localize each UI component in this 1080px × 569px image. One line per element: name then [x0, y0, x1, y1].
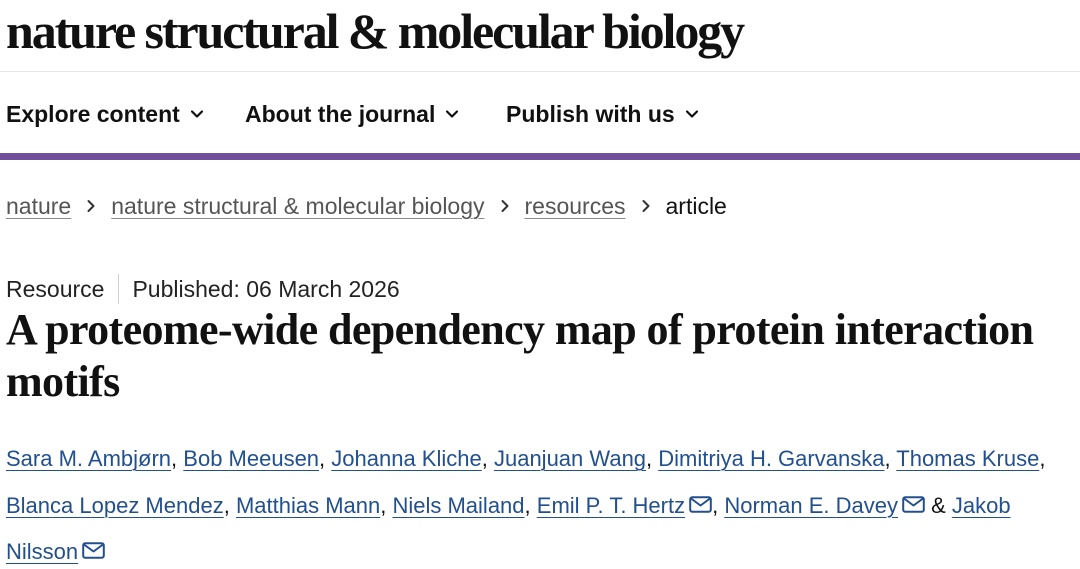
- author-item: Dimitriya H. Garvanska: [658, 446, 884, 471]
- nav-explore-content[interactable]: Explore content: [6, 98, 204, 130]
- breadcrumb-current: article: [665, 192, 727, 219]
- meta-divider: [118, 274, 120, 304]
- chevron-right-icon: [640, 199, 652, 213]
- author-item: Sara M. Ambjørn: [6, 446, 171, 471]
- nav-about-the-journal[interactable]: About the journal: [245, 98, 459, 130]
- author-link[interactable]: Matthias Mann: [236, 493, 380, 518]
- nav-item-label: Explore content: [6, 100, 180, 127]
- author-item: Johanna Kliche: [331, 446, 481, 471]
- chevron-right-icon: [85, 199, 97, 213]
- author-item: Juanjuan Wang: [494, 446, 646, 471]
- author-link[interactable]: Johanna Kliche: [331, 446, 481, 471]
- main-nav: Explore content About the journal Publis…: [0, 73, 1080, 153]
- author-item: Thomas Kruse: [896, 446, 1039, 471]
- author-link[interactable]: Norman E. Davey: [724, 493, 898, 518]
- author-link[interactable]: Niels Mailand: [392, 493, 524, 518]
- author-item: Blanca Lopez Mendez: [6, 493, 224, 518]
- breadcrumb-link-journal[interactable]: nature structural & molecular biology: [111, 193, 484, 220]
- breadcrumb-link-resources[interactable]: resources: [525, 193, 626, 220]
- author-link[interactable]: Blanca Lopez Mendez: [6, 493, 224, 518]
- chevron-right-icon: [499, 199, 511, 213]
- nav-accent-rule: [0, 153, 1080, 160]
- nav-item-label: Publish with us: [506, 100, 675, 127]
- author-item: Bob Meeusen: [183, 446, 319, 471]
- nav-item-label: About the journal: [245, 100, 436, 127]
- author-item: Niels Mailand: [392, 493, 524, 518]
- chevron-down-icon: [445, 107, 459, 121]
- published-date: Published: 06 March 2026: [132, 275, 400, 302]
- article-title: A proteome-wide dependency map of protei…: [6, 305, 1034, 406]
- author-link[interactable]: Sara M. Ambjørn: [6, 446, 171, 471]
- author-item: Norman E. Davey: [724, 493, 925, 518]
- author-link[interactable]: Bob Meeusen: [183, 446, 319, 471]
- mail-icon[interactable]: [902, 495, 925, 513]
- masthead: nature structural & molecular biology: [0, 0, 1080, 72]
- author-item: Emil P. T. Hertz: [537, 493, 712, 518]
- journal-logo[interactable]: nature structural & molecular biology: [6, 2, 745, 60]
- chevron-down-icon: [190, 107, 204, 121]
- mail-icon[interactable]: [689, 495, 712, 513]
- author-link[interactable]: Emil P. T. Hertz: [537, 493, 685, 518]
- breadcrumb: nature nature structural & molecular bio…: [6, 190, 727, 222]
- nav-publish-with-us[interactable]: Publish with us: [506, 98, 699, 130]
- author-link[interactable]: Thomas Kruse: [896, 446, 1039, 471]
- chevron-down-icon: [685, 107, 699, 121]
- author-item: Matthias Mann: [236, 493, 380, 518]
- article-type: Resource: [6, 275, 105, 302]
- breadcrumb-link-nature[interactable]: nature: [6, 193, 71, 220]
- author-list: Sara M. Ambjørn, Bob Meeusen, Johanna Kl…: [6, 446, 1046, 564]
- mail-icon[interactable]: [82, 542, 105, 559]
- author-link[interactable]: Dimitriya H. Garvanska: [658, 446, 884, 471]
- article-meta: Resource Published: 06 March 2026: [6, 273, 400, 305]
- author-link[interactable]: Juanjuan Wang: [494, 446, 646, 471]
